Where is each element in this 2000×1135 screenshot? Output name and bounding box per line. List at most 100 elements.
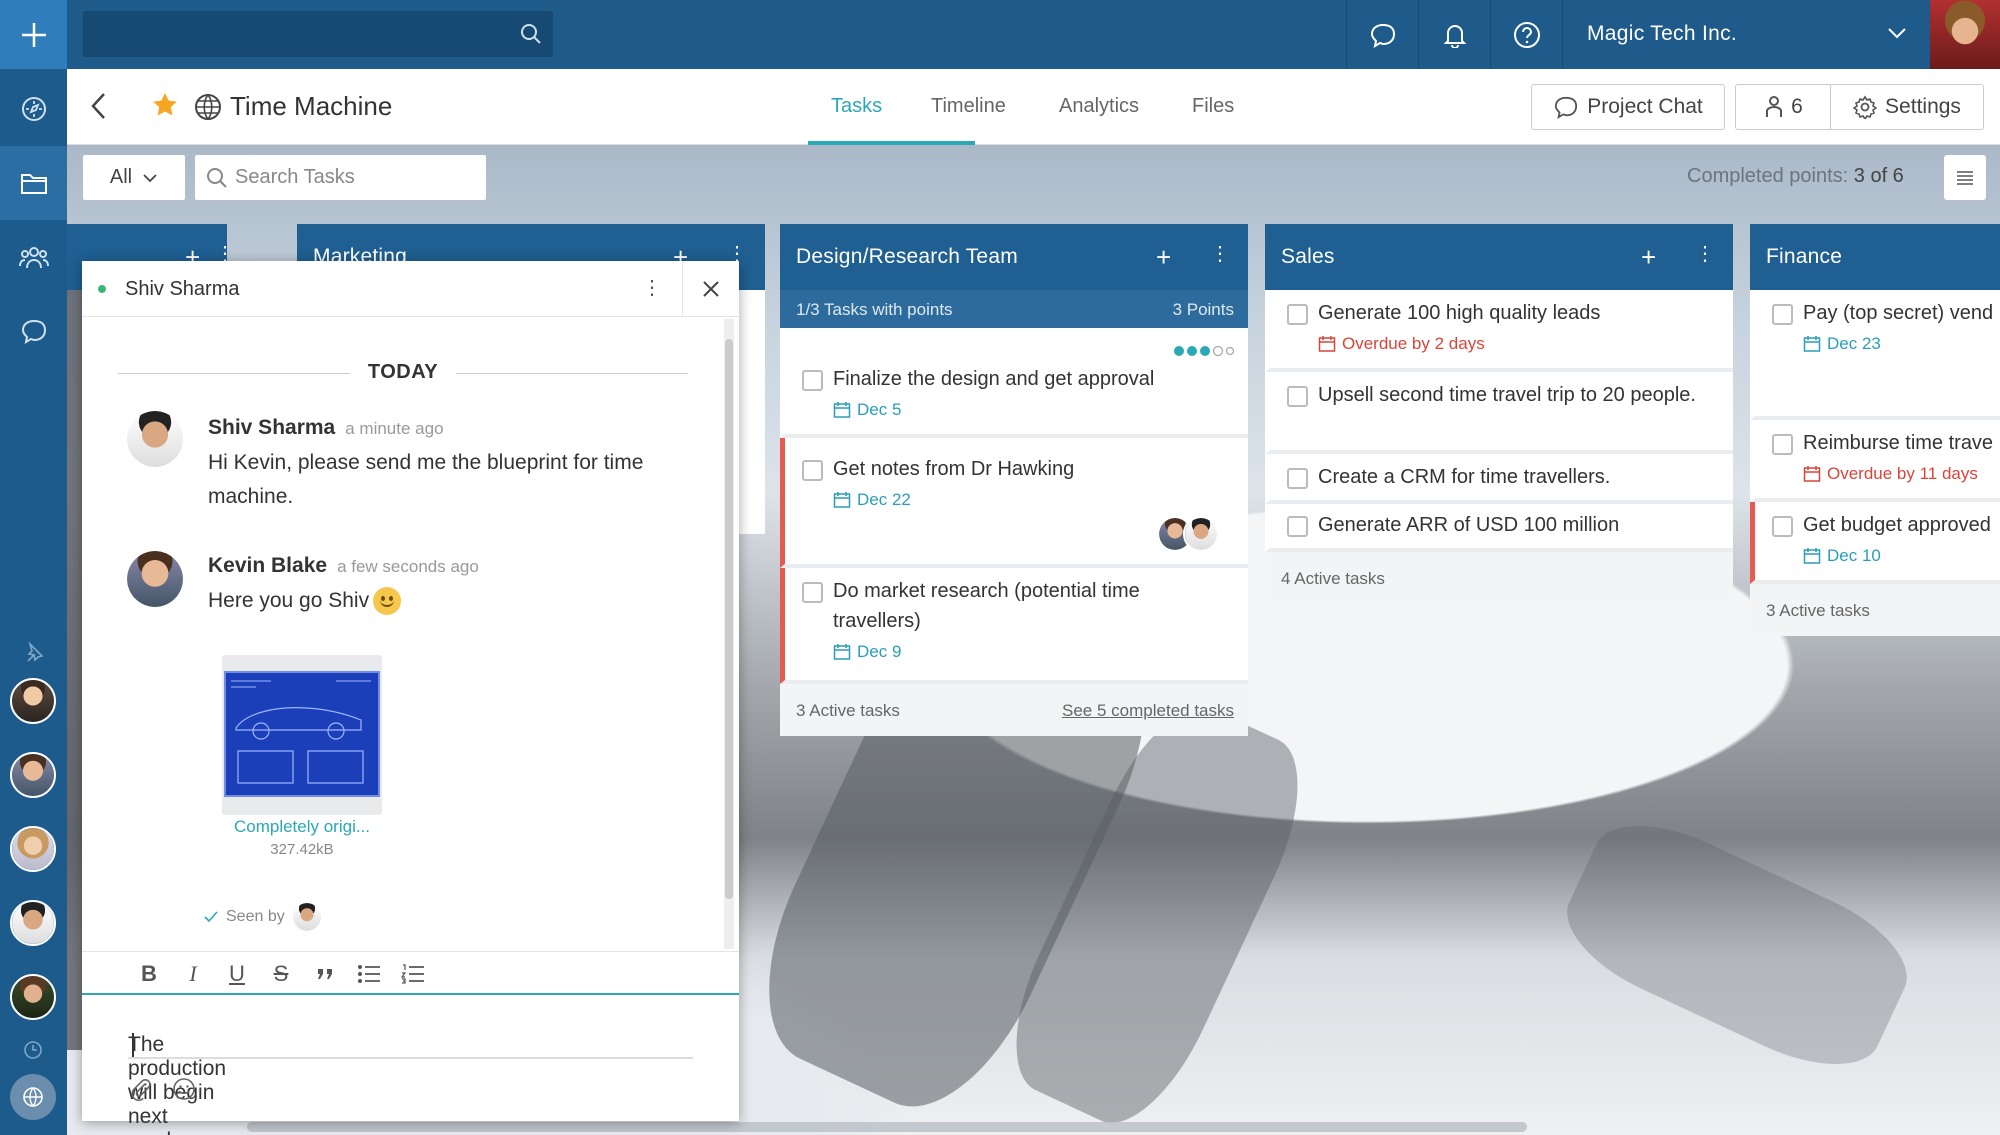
task-card[interactable]: Finalize the design and get approval Dec…: [780, 328, 1248, 438]
active-tasks-count: 3 Active tasks: [1766, 601, 1870, 620]
scroll-thumb[interactable]: [725, 339, 733, 899]
due-date-text: Dec 9: [857, 642, 902, 661]
chat-close-button[interactable]: [682, 261, 739, 317]
task-card[interactable]: Upsell second time travel trip to 20 peo…: [1265, 372, 1733, 454]
attachment-name[interactable]: Completely origi...: [192, 817, 412, 837]
company-switcher[interactable]: Magic Tech Inc.: [1587, 22, 1737, 46]
task-title: Get notes from Dr Hawking: [833, 458, 1075, 480]
members-button[interactable]: 6: [1735, 84, 1833, 130]
attachment-size: 327.42kB: [270, 841, 334, 858]
task-due-date: Dec 5: [833, 400, 901, 420]
paperclip-icon[interactable]: [128, 1077, 152, 1101]
star-icon[interactable]: [151, 91, 179, 119]
search-icon[interactable]: [519, 22, 543, 46]
task-checkbox[interactable]: [802, 370, 823, 391]
message-composer[interactable]: The production will begin next week.: [128, 1009, 693, 1135]
rail-public-button[interactable]: [10, 1074, 56, 1120]
attachment-thumbnail[interactable]: [222, 655, 382, 815]
task-checkbox[interactable]: [802, 582, 823, 603]
task-checkbox[interactable]: [1772, 304, 1793, 325]
settings-button[interactable]: Settings: [1830, 84, 1984, 130]
task-card[interactable]: Pay (top secret) vend Dec 23: [1750, 290, 2000, 420]
calendar-icon: [1803, 548, 1821, 564]
message-time: a minute ago: [345, 419, 444, 438]
bold-button[interactable]: B: [134, 960, 164, 988]
clock-icon: [24, 1041, 42, 1059]
task-card[interactable]: Get budget approved Dec 10: [1750, 502, 2000, 584]
chevron-down-icon: [143, 173, 157, 182]
column-menu-button[interactable]: ⋮: [1210, 241, 1230, 266]
quote-button[interactable]: [310, 960, 340, 988]
task-card[interactable]: Do market research (potential time trave…: [780, 568, 1248, 684]
task-checkbox[interactable]: [1287, 386, 1308, 407]
column-title: Design/Research Team: [796, 245, 1018, 268]
italic-button[interactable]: I: [178, 960, 208, 988]
strikethrough-button[interactable]: S: [266, 960, 296, 988]
task-search-input[interactable]: [235, 163, 475, 191]
help-button[interactable]: [1491, 0, 1562, 69]
tab-tasks[interactable]: Tasks: [831, 95, 882, 118]
rail-people-button[interactable]: [0, 220, 67, 294]
notifications-button[interactable]: [1419, 0, 1490, 69]
task-card[interactable]: Generate 100 high quality leads Overdue …: [1265, 290, 1733, 372]
add-task-button[interactable]: +: [1641, 242, 1656, 273]
text-caret: [132, 1033, 134, 1057]
tab-timeline[interactable]: Timeline: [931, 95, 1006, 118]
chevron-down-icon[interactable]: [1887, 26, 1907, 40]
user-avatar[interactable]: [1930, 0, 2000, 69]
filter-all-dropdown[interactable]: All: [83, 155, 185, 200]
completed-points-value: 3 of 6: [1853, 165, 1904, 187]
task-card[interactable]: Reimburse time trave Overdue by 11 days: [1750, 420, 2000, 502]
create-button[interactable]: [0, 0, 67, 69]
assignee-avatar[interactable]: [1183, 516, 1219, 552]
quote-icon: [318, 969, 332, 979]
rail-chat-button[interactable]: [0, 294, 67, 368]
column-finance: Finance Pay (top secret) vend Dec 23 Rei…: [1750, 224, 2000, 636]
task-checkbox[interactable]: [1287, 516, 1308, 537]
task-card[interactable]: Get notes from Dr Hawking Dec 22: [780, 438, 1248, 568]
column-header: Sales + ⋮: [1265, 224, 1733, 290]
tasks-with-points: 1/3 Tasks with points: [796, 300, 953, 319]
seen-indicator: Seen by: [204, 903, 321, 931]
board-horizontal-scrollbar[interactable]: [247, 1122, 1527, 1132]
task-checkbox[interactable]: [802, 460, 823, 481]
rail-projects-button[interactable]: [0, 146, 67, 220]
task-checkbox[interactable]: [1287, 468, 1308, 489]
task-card[interactable]: Create a CRM for time travellers.: [1265, 454, 1733, 504]
back-arrow-icon[interactable]: [89, 91, 109, 121]
tab-analytics[interactable]: Analytics: [1059, 95, 1139, 118]
task-title: Pay (top secret) vend: [1803, 302, 1994, 324]
message-author-avatar: [127, 411, 183, 467]
project-header: Time Machine Tasks Timeline Analytics Fi…: [67, 69, 2000, 145]
rail-user-avatar-2[interactable]: [10, 752, 56, 798]
project-chat-button[interactable]: Project Chat: [1531, 84, 1725, 130]
global-search-input[interactable]: [83, 11, 553, 57]
rail-user-avatar-1[interactable]: [10, 678, 56, 724]
emoji-picker-icon[interactable]: [172, 1077, 196, 1101]
column-menu-button[interactable]: ⋮: [1695, 241, 1715, 266]
filter-all-label: All: [109, 166, 133, 188]
bullet-list-button[interactable]: [354, 960, 384, 988]
underline-button[interactable]: U: [222, 960, 252, 988]
chat-bubble-icon: [21, 319, 46, 344]
rail-user-avatar-3[interactable]: [10, 826, 56, 872]
task-checkbox[interactable]: [1287, 304, 1308, 325]
due-date-text: Dec 23: [1827, 334, 1881, 353]
chat-scrollbar[interactable]: [724, 319, 734, 949]
task-checkbox[interactable]: [1772, 434, 1793, 455]
messages-button[interactable]: [1347, 0, 1418, 69]
see-completed-link[interactable]: See 5 completed tasks: [1062, 701, 1234, 721]
task-card[interactable]: Generate ARR of USD 100 million: [1265, 504, 1733, 552]
list-view-button[interactable]: [1944, 155, 1986, 200]
chat-menu-button[interactable]: ⋮: [642, 275, 662, 300]
formatting-toolbar: B I U S: [82, 951, 739, 995]
task-search-box[interactable]: [195, 155, 486, 200]
numbered-list-button[interactable]: [398, 960, 428, 988]
add-task-button[interactable]: +: [1156, 242, 1171, 273]
column-points-summary: 1/3 Tasks with points 3 Points: [780, 290, 1248, 328]
rail-user-avatar-5[interactable]: [10, 974, 56, 1020]
rail-user-avatar-4[interactable]: [10, 900, 56, 946]
rail-dashboard-button[interactable]: [0, 72, 67, 146]
task-checkbox[interactable]: [1772, 516, 1793, 537]
tab-files[interactable]: Files: [1192, 95, 1234, 118]
